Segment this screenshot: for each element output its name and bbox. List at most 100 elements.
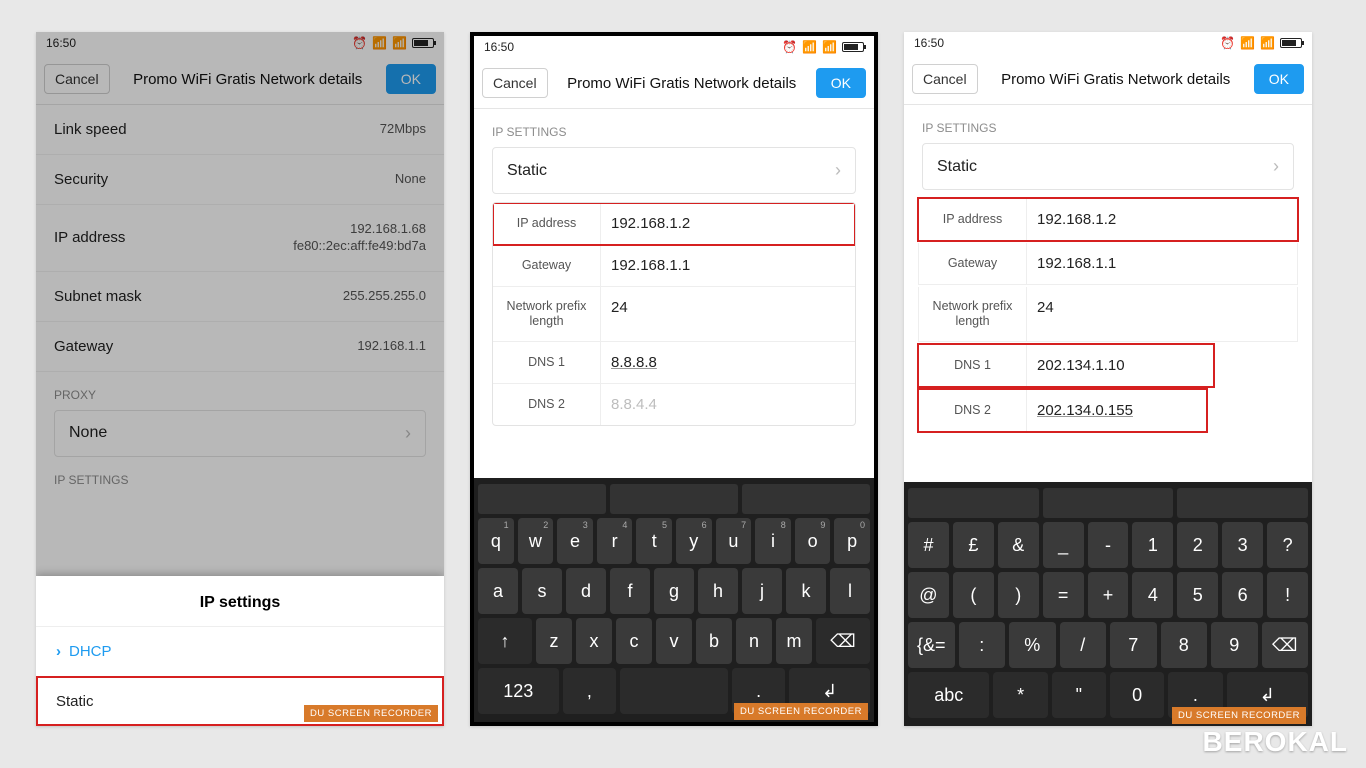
option-dhcp[interactable]: DHCP — [36, 626, 444, 676]
row-dns2[interactable]: DNS 2 202.134.0.155 — [918, 389, 1207, 432]
ok-button[interactable]: OK — [386, 64, 436, 94]
ip-input[interactable]: 192.168.1.2 — [601, 203, 855, 244]
key-#[interactable]: # — [908, 522, 949, 568]
key-t[interactable]: t5 — [636, 518, 672, 564]
key-0[interactable]: 0 — [1110, 672, 1164, 718]
suggestion[interactable] — [742, 484, 870, 514]
key-r[interactable]: r4 — [597, 518, 633, 564]
signal-icon: 📶 — [822, 40, 837, 54]
space-key[interactable] — [620, 668, 727, 714]
key-_[interactable]: _ — [1043, 522, 1084, 568]
key-7[interactable]: 7 — [1110, 622, 1157, 668]
backspace-key[interactable]: ⌫ — [816, 618, 870, 664]
cancel-button[interactable]: Cancel — [912, 64, 978, 94]
key-g[interactable]: g — [654, 568, 694, 614]
comma-key[interactable]: , — [563, 668, 617, 714]
key-w[interactable]: w2 — [518, 518, 554, 564]
prefix-input[interactable]: 24 — [1027, 287, 1297, 341]
key-4[interactable]: 4 — [1132, 572, 1173, 618]
row-gateway[interactable]: Gateway 192.168.1.1 — [493, 245, 855, 287]
ok-button[interactable]: OK — [816, 68, 866, 98]
numeric-toggle-key[interactable]: 123 — [478, 668, 559, 714]
row-ipaddress[interactable]: IP address 192.168.1.2 — [493, 203, 855, 245]
key-x[interactable]: x — [576, 618, 612, 664]
key-a[interactable]: a — [478, 568, 518, 614]
key-m[interactable]: m — [776, 618, 812, 664]
key-c[interactable]: c — [616, 618, 652, 664]
key-k[interactable]: k — [786, 568, 826, 614]
recorder-watermark: DU SCREEN RECORDER — [734, 703, 868, 720]
suggestion[interactable] — [610, 484, 738, 514]
key-z[interactable]: z — [536, 618, 572, 664]
key-o[interactable]: o9 — [795, 518, 831, 564]
suggestion[interactable] — [908, 488, 1039, 518]
key-/[interactable]: / — [1060, 622, 1107, 668]
key-{&=[interactable]: {&= — [908, 622, 955, 668]
row-ipaddress[interactable]: IP address 192.168.1.2 — [918, 198, 1298, 241]
key-=[interactable]: = — [1043, 572, 1084, 618]
key-e[interactable]: e3 — [557, 518, 593, 564]
key-l[interactable]: l — [830, 568, 870, 614]
row-gateway[interactable]: Gateway 192.168.1.1 — [918, 243, 1298, 285]
key-?[interactable]: ? — [1267, 522, 1308, 568]
gateway-input[interactable]: 192.168.1.1 — [1027, 243, 1297, 284]
key-j[interactable]: j — [742, 568, 782, 614]
ok-button[interactable]: OK — [1254, 64, 1304, 94]
suggestion[interactable] — [1177, 488, 1308, 518]
key-![interactable]: ! — [1267, 572, 1308, 618]
ipsettings-select[interactable]: Static › — [492, 147, 856, 194]
key-⌫[interactable]: ⌫ — [1262, 622, 1309, 668]
shift-key[interactable]: ↑ — [478, 618, 532, 664]
alpha-toggle-key[interactable]: abc — [908, 672, 989, 718]
row-prefix[interactable]: Network prefix length 24 — [493, 287, 855, 342]
key-3[interactable]: 3 — [1222, 522, 1263, 568]
dns2-input[interactable]: 202.134.0.155 — [1027, 390, 1206, 431]
proxy-select[interactable]: None › — [54, 410, 426, 457]
dns2-input[interactable]: 8.8.4.4 — [601, 384, 855, 425]
key-9[interactable]: 9 — [1211, 622, 1258, 668]
row-dns1[interactable]: DNS 1 202.134.1.10 — [918, 344, 1214, 387]
key-i[interactable]: i8 — [755, 518, 791, 564]
key-y[interactable]: y6 — [676, 518, 712, 564]
key-£[interactable]: £ — [953, 522, 994, 568]
key-@[interactable]: @ — [908, 572, 949, 618]
ip-input[interactable]: 192.168.1.2 — [1027, 199, 1297, 240]
key-)[interactable]: ) — [998, 572, 1039, 618]
dns1-input[interactable]: 202.134.1.10 — [1027, 345, 1213, 386]
key-p[interactable]: p0 — [834, 518, 870, 564]
gateway-input[interactable]: 192.168.1.1 — [601, 245, 855, 286]
key-s[interactable]: s — [522, 568, 562, 614]
cancel-button[interactable]: Cancel — [482, 68, 548, 98]
key-:[interactable]: : — [959, 622, 1006, 668]
row-dns1[interactable]: DNS 1 8.8.8.8 — [493, 342, 855, 384]
key-([interactable]: ( — [953, 572, 994, 618]
key-n[interactable]: n — [736, 618, 772, 664]
key-h[interactable]: h — [698, 568, 738, 614]
key-2[interactable]: 2 — [1177, 522, 1218, 568]
suggestion[interactable] — [1043, 488, 1174, 518]
row-prefix[interactable]: Network prefix length 24 — [918, 287, 1298, 342]
key-u[interactable]: u7 — [716, 518, 752, 564]
row-dns2[interactable]: DNS 2 8.8.4.4 — [493, 384, 855, 425]
key-f[interactable]: f — [610, 568, 650, 614]
key-+[interactable]: + — [1088, 572, 1129, 618]
key-q[interactable]: q1 — [478, 518, 514, 564]
cancel-button[interactable]: Cancel — [44, 64, 110, 94]
star-key[interactable]: * — [993, 672, 1047, 718]
key-6[interactable]: 6 — [1222, 572, 1263, 618]
key-1[interactable]: 1 — [1132, 522, 1173, 568]
key-&[interactable]: & — [998, 522, 1039, 568]
key--[interactable]: - — [1088, 522, 1129, 568]
key-8[interactable]: 8 — [1161, 622, 1208, 668]
prefix-input[interactable]: 24 — [601, 287, 855, 341]
key-b[interactable]: b — [696, 618, 732, 664]
ipsettings-select[interactable]: Static › — [922, 143, 1294, 190]
key-v[interactable]: v — [656, 618, 692, 664]
suggestion[interactable] — [478, 484, 606, 514]
quote-key[interactable]: " — [1052, 672, 1106, 718]
key-5[interactable]: 5 — [1177, 572, 1218, 618]
key-d[interactable]: d — [566, 568, 606, 614]
key-%[interactable]: % — [1009, 622, 1056, 668]
dns1-input[interactable]: 8.8.8.8 — [601, 342, 855, 383]
status-bar: 16:50 ⏰ 📶 📶 — [474, 36, 874, 58]
